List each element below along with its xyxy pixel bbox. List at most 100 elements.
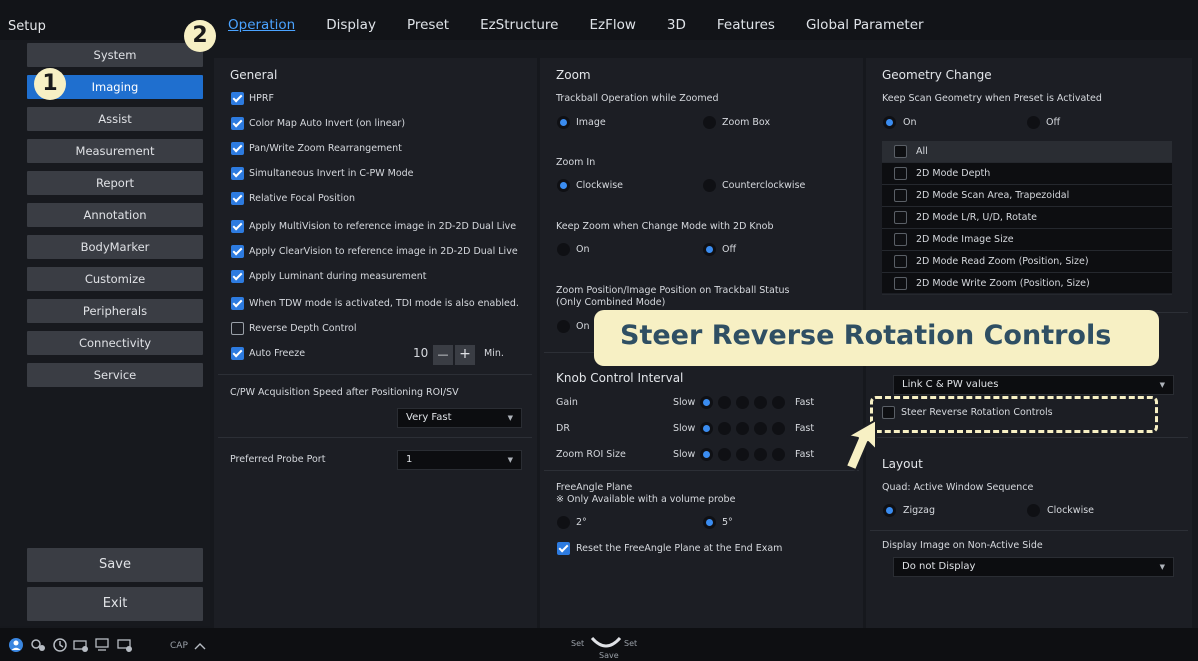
- zoomin-counterclockwise-radio[interactable]: [703, 179, 716, 192]
- keepzoom-off-radio[interactable]: [703, 243, 716, 256]
- zoompos-on-radio[interactable]: [557, 320, 570, 333]
- probe-port-select[interactable]: 1 ▼: [397, 450, 522, 470]
- dr-level-4-radio[interactable]: [754, 422, 767, 435]
- print-icon[interactable]: [72, 637, 90, 653]
- hprf-checkbox[interactable]: [231, 92, 244, 105]
- multivision-checkbox[interactable]: [231, 220, 244, 233]
- multivision-label: Apply MultiVision to reference image in …: [249, 221, 517, 232]
- trackball-zoombox-radio[interactable]: [703, 116, 716, 129]
- sidebar-item-system[interactable]: System: [27, 43, 203, 67]
- geometry-off-radio[interactable]: [1027, 116, 1040, 129]
- color-map-auto-invert-checkbox[interactable]: [231, 117, 244, 130]
- exit-button[interactable]: Exit: [27, 587, 203, 621]
- network-icon[interactable]: [30, 637, 48, 653]
- sidebar-item-peripherals[interactable]: Peripherals: [27, 299, 203, 323]
- clearvision-checkbox[interactable]: [231, 245, 244, 258]
- dr-level-3-radio[interactable]: [736, 422, 749, 435]
- tab-display[interactable]: Display: [326, 17, 376, 39]
- list-item[interactable]: 2D Mode Scan Area, Trapezoidal: [882, 185, 1172, 207]
- quad-clockwise-radio[interactable]: [1027, 504, 1040, 517]
- gain-level-1-radio[interactable]: [700, 396, 713, 409]
- simultaneous-invert-label: Simultaneous Invert in C-PW Mode: [249, 168, 414, 179]
- sidebar-item-annotation[interactable]: Annotation: [27, 203, 203, 227]
- tab-preset[interactable]: Preset: [407, 17, 449, 39]
- zoom-roi-level-5-radio[interactable]: [772, 448, 785, 461]
- link-cpw-select[interactable]: Link C & PW values ▼: [893, 375, 1174, 395]
- geometry-lr-ud-checkbox[interactable]: [894, 211, 907, 224]
- quad-zigzag-radio[interactable]: [883, 504, 896, 517]
- zoom-roi-level-1-radio[interactable]: [700, 448, 713, 461]
- reset-freeangle-label: Reset the FreeAngle Plane at the End Exa…: [576, 543, 783, 554]
- tab-ezflow[interactable]: EzFlow: [589, 17, 635, 39]
- geometry-image-size-checkbox[interactable]: [894, 233, 907, 246]
- dr-level-5-radio[interactable]: [772, 422, 785, 435]
- relative-focal-checkbox[interactable]: [231, 192, 244, 205]
- geometry-read-zoom-checkbox[interactable]: [894, 255, 907, 268]
- sidebar-item-measurement[interactable]: Measurement: [27, 139, 203, 163]
- luminant-checkbox[interactable]: [231, 270, 244, 283]
- list-item[interactable]: 2D Mode L/R, U/D, Rotate: [882, 207, 1172, 229]
- auto-freeze-plus-button[interactable]: +: [455, 345, 475, 365]
- geometry-write-zoom-checkbox[interactable]: [894, 277, 907, 290]
- tab-bar: Operation Display Preset EzStructure EzF…: [228, 17, 955, 39]
- gain-level-3-radio[interactable]: [736, 396, 749, 409]
- trackball-image-radio[interactable]: [557, 116, 570, 129]
- save-button[interactable]: Save: [27, 548, 203, 582]
- sidebar-item-customize[interactable]: Customize: [27, 267, 203, 291]
- freeangle-2-radio[interactable]: [557, 516, 570, 529]
- dr-level-2-radio[interactable]: [718, 422, 731, 435]
- tab-ezstructure[interactable]: EzStructure: [480, 17, 558, 39]
- geometry-depth-checkbox[interactable]: [894, 167, 907, 180]
- user-icon[interactable]: [8, 637, 26, 653]
- sidebar-item-service[interactable]: Service: [27, 363, 203, 387]
- keepzoom-on-radio[interactable]: [557, 243, 570, 256]
- list-item[interactable]: 2D Mode Image Size: [882, 229, 1172, 251]
- auto-freeze-minus-button[interactable]: —: [433, 345, 453, 365]
- zoom-roi-level-2-radio[interactable]: [718, 448, 731, 461]
- list-item[interactable]: 2D Mode Write Zoom (Position, Size): [882, 273, 1172, 295]
- reset-freeangle-checkbox[interactable]: [557, 542, 570, 555]
- list-item[interactable]: 2D Mode Depth: [882, 163, 1172, 185]
- dr-level-1-radio[interactable]: [700, 422, 713, 435]
- zoom-roi-label: Zoom ROI Size: [556, 449, 626, 460]
- gain-level-5-radio[interactable]: [772, 396, 785, 409]
- geometry-on-radio[interactable]: [883, 116, 896, 129]
- tdw-tdi-checkbox[interactable]: [231, 297, 244, 310]
- storage-icon[interactable]: [116, 637, 134, 653]
- sidebar-item-report[interactable]: Report: [27, 171, 203, 195]
- geometry-scan-area-checkbox[interactable]: [894, 189, 907, 202]
- pan-write-zoom-checkbox[interactable]: [231, 142, 244, 155]
- zoomin-clockwise-radio[interactable]: [557, 179, 570, 192]
- gain-level-2-radio[interactable]: [718, 396, 731, 409]
- auto-freeze-checkbox[interactable]: [231, 347, 244, 360]
- sidebar-item-bodymarker[interactable]: BodyMarker: [27, 235, 203, 259]
- video-icon[interactable]: [94, 637, 112, 653]
- gain-level-4-radio[interactable]: [754, 396, 767, 409]
- chevron-up-icon[interactable]: [194, 641, 206, 651]
- geometry-off-label: Off: [1046, 117, 1061, 128]
- tab-operation[interactable]: Operation: [228, 17, 295, 39]
- zoom-roi-level-3-radio[interactable]: [736, 448, 749, 461]
- tab-global-parameter[interactable]: Global Parameter: [806, 17, 924, 39]
- reverse-depth-checkbox[interactable]: [231, 322, 244, 335]
- zoompos-sublabel: (Only Combined Mode): [556, 297, 666, 308]
- sidebar-item-connectivity[interactable]: Connectivity: [27, 331, 203, 355]
- list-item[interactable]: All: [882, 141, 1172, 163]
- list-item[interactable]: 2D Mode Read Zoom (Position, Size): [882, 251, 1172, 273]
- acq-speed-select[interactable]: Very Fast ▼: [397, 408, 522, 428]
- gain-slow-label: Slow: [673, 397, 696, 408]
- simultaneous-invert-checkbox[interactable]: [231, 167, 244, 180]
- zoomin-label: Zoom In: [556, 157, 596, 168]
- display-nonactive-select[interactable]: Do not Display ▼: [893, 557, 1174, 577]
- divider: [544, 470, 859, 471]
- sidebar-item-assist[interactable]: Assist: [27, 107, 203, 131]
- freeangle-5-radio[interactable]: [703, 516, 716, 529]
- tab-features[interactable]: Features: [717, 17, 775, 39]
- zoom-roi-level-4-radio[interactable]: [754, 448, 767, 461]
- geometry-all-checkbox[interactable]: [894, 145, 907, 158]
- chevron-down-icon: ▼: [507, 456, 513, 464]
- clock-icon[interactable]: [52, 637, 68, 653]
- tab-3d[interactable]: 3D: [667, 17, 686, 39]
- list-item-label: 2D Mode Depth: [916, 168, 991, 179]
- reverse-depth-label: Reverse Depth Control: [249, 323, 357, 334]
